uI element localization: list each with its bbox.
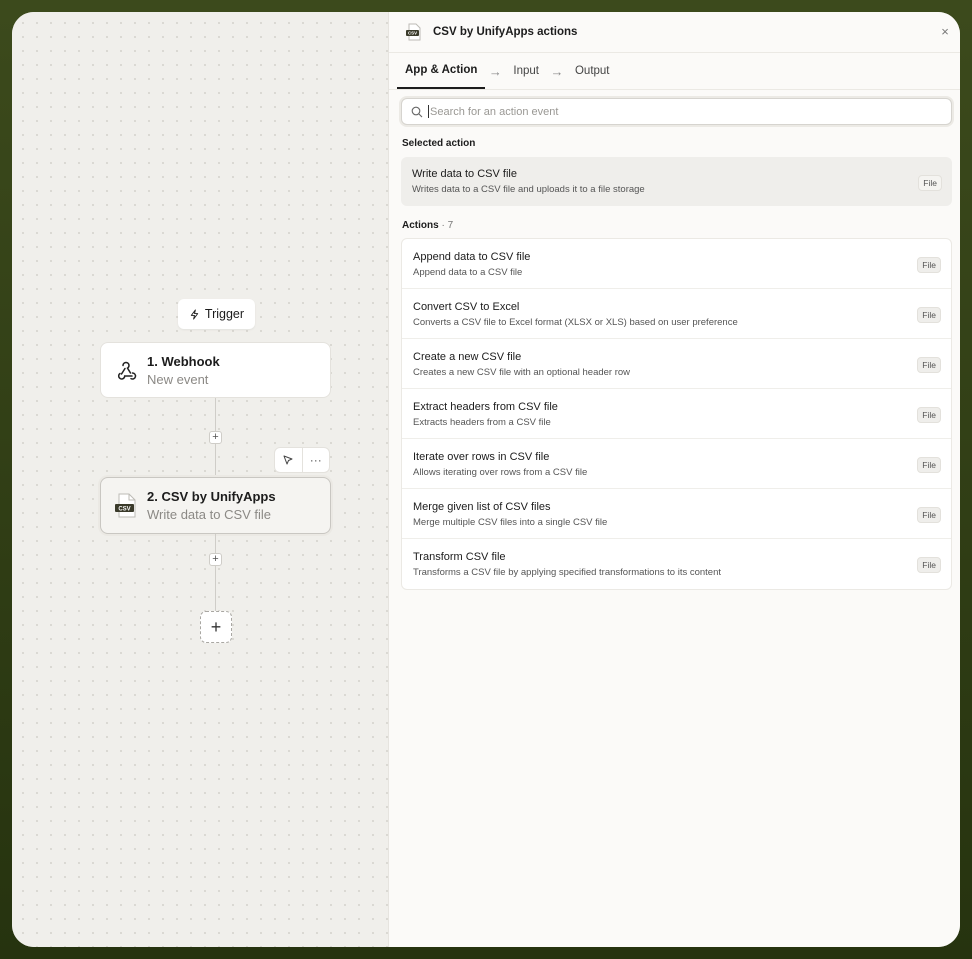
connector-line <box>215 534 216 612</box>
add-step-button[interactable]: + <box>209 553 222 566</box>
action-item[interactable]: Extract headers from CSV file Extracts h… <box>402 389 951 439</box>
action-description: Transforms a CSV file by applying specif… <box>413 567 722 578</box>
actions-count: 7 <box>447 220 454 231</box>
workflow-canvas[interactable]: Trigger 1. Webhook New event + ··· CSV 2… <box>12 12 388 947</box>
action-category-badge: File <box>917 407 941 423</box>
action-category-badge: File <box>918 175 942 191</box>
node-subtitle: New event <box>147 371 209 387</box>
webhook-node[interactable]: 1. Webhook New event <box>100 342 331 398</box>
action-item[interactable]: Convert CSV to Excel Converts a CSV file… <box>402 289 951 339</box>
action-category-badge: File <box>917 457 941 473</box>
action-title: Convert CSV to Excel <box>413 301 520 313</box>
action-category-badge: File <box>917 357 941 373</box>
action-description: Append data to a CSV file <box>413 267 523 278</box>
action-item[interactable]: Create a new CSV file Creates a new CSV … <box>402 339 951 389</box>
text-cursor <box>428 105 429 118</box>
action-title: Write data to CSV file <box>412 168 517 180</box>
action-description: Writes data to a CSV file and uploads it… <box>412 184 645 195</box>
search-input[interactable] <box>430 105 951 118</box>
cursor-icon[interactable] <box>275 448 302 472</box>
tab-app-action[interactable]: App & Action <box>397 53 486 89</box>
more-options-button[interactable]: ··· <box>301 448 330 472</box>
tab-input[interactable]: Input <box>505 53 547 89</box>
close-icon[interactable]: × <box>938 25 952 39</box>
action-description: Merge multiple CSV files into a single C… <box>413 517 608 528</box>
search-icon <box>411 106 423 117</box>
action-title: Extract headers from CSV file <box>413 401 558 413</box>
action-category-badge: File <box>917 507 941 523</box>
action-item[interactable]: Merge given list of CSV files Merge mult… <box>402 489 951 539</box>
action-category-badge: File <box>917 557 941 573</box>
action-title: Iterate over rows in CSV file <box>413 451 550 463</box>
panel-title: CSV by UnifyApps actions <box>433 26 578 38</box>
svg-text:CSV: CSV <box>408 31 417 36</box>
csv-file-icon: CSV <box>113 493 139 519</box>
app-window: Trigger 1. Webhook New event + ··· CSV 2… <box>12 12 960 947</box>
csv-file-icon: CSV <box>406 23 421 41</box>
action-item[interactable]: Iterate over rows in CSV file Allows ite… <box>402 439 951 489</box>
panel-tabs: App & Action → Input → Output <box>389 53 960 90</box>
action-category-badge: File <box>917 257 941 273</box>
action-title: Transform CSV file <box>413 551 506 563</box>
action-description: Extracts headers from a CSV file <box>413 417 551 428</box>
add-step-button-large[interactable]: + <box>200 611 232 643</box>
actions-list: Append data to CSV file Append data to a… <box>401 238 952 590</box>
actions-panel: CSV CSV by UnifyApps actions × App & Act… <box>388 12 960 947</box>
add-step-button[interactable]: + <box>209 431 222 444</box>
arrow-right-icon: → <box>488 63 502 79</box>
panel-header: CSV CSV by UnifyApps actions × <box>389 12 960 53</box>
action-description: Allows iterating over rows from a CSV fi… <box>413 467 588 478</box>
action-title: Create a new CSV file <box>413 351 522 363</box>
trigger-label: Trigger <box>204 307 245 321</box>
search-box[interactable] <box>401 98 952 125</box>
trigger-button[interactable]: Trigger <box>178 299 255 329</box>
action-category-badge: File <box>917 307 941 323</box>
selected-action-label: Selected action <box>402 138 476 149</box>
node-title: 2. CSV by UnifyApps <box>147 489 276 504</box>
arrow-right-icon: → <box>550 63 564 79</box>
node-toolbar: ··· <box>274 447 330 473</box>
actions-label: Actions · 7 <box>402 220 454 231</box>
action-title: Merge given list of CSV files <box>413 501 551 513</box>
bolt-icon <box>190 308 199 320</box>
action-title: Append data to CSV file <box>413 251 531 263</box>
svg-text:CSV: CSV <box>118 506 130 512</box>
action-item[interactable]: Append data to CSV file Append data to a… <box>402 239 951 289</box>
csv-node[interactable]: CSV 2. CSV by UnifyApps Write data to CS… <box>100 477 331 534</box>
selected-action-card[interactable]: Write data to CSV file Writes data to a … <box>401 157 952 206</box>
node-title: 1. Webhook <box>147 353 220 369</box>
webhook-icon <box>113 357 139 383</box>
action-description: Converts a CSV file to Excel format (XLS… <box>413 317 738 328</box>
action-item[interactable]: Transform CSV file Transforms a CSV file… <box>402 539 951 589</box>
action-description: Creates a new CSV file with an optional … <box>413 367 631 378</box>
node-subtitle: Write data to CSV file <box>147 507 272 522</box>
tab-output[interactable]: Output <box>567 53 618 89</box>
